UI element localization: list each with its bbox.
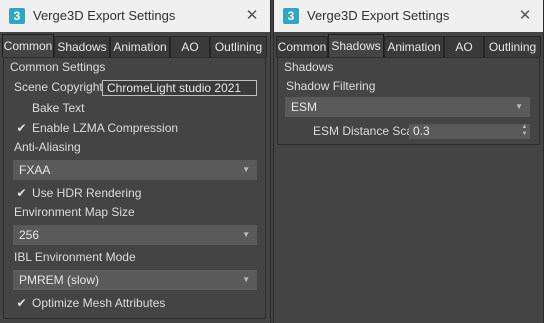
tab-common[interactable]: Common	[2, 34, 54, 57]
tab-ao[interactable]: AO	[170, 36, 210, 57]
title-bar[interactable]: 3 Verge3D Export Settings ✕	[274, 0, 543, 32]
window-title: Verge3D Export Settings	[33, 8, 176, 23]
scene-copyright-label: Scene Copyright:	[14, 80, 107, 94]
shadow-filtering-label: Shadow Filtering	[286, 79, 376, 93]
spinner-arrows[interactable]: ▲ ▼	[521, 124, 528, 138]
optimize-mesh-label: Optimize Mesh Attributes	[32, 296, 166, 310]
section-title: Common Settings	[10, 60, 106, 74]
ibl-mode-value: PMREM (slow)	[19, 273, 99, 287]
chevron-down-icon: ▼	[242, 230, 250, 239]
tab-ao[interactable]: AO	[444, 36, 484, 57]
esm-distance-scale-spinner[interactable]: 0.3 ▲ ▼	[409, 124, 530, 139]
lzma-checkbox[interactable]: ✔	[16, 122, 27, 134]
env-map-size-dropdown[interactable]: 256 ▼	[13, 225, 257, 245]
title-bar[interactable]: 3 Verge3D Export Settings ✕	[0, 0, 270, 32]
shadow-filtering-value: ESM	[291, 100, 318, 114]
tab-outlining[interactable]: Outlining	[210, 36, 267, 57]
tab-animation[interactable]: Animation	[384, 36, 444, 57]
export-settings-window-shadows: 3 Verge3D Export Settings ✕ Common Shado…	[273, 0, 544, 323]
anti-aliasing-value: FXAA	[19, 163, 51, 177]
bake-text-checkbox[interactable]	[16, 103, 27, 114]
tab-outlining[interactable]: Outlining	[484, 36, 541, 57]
section-title: Shadows	[284, 60, 334, 74]
tab-common[interactable]: Common	[276, 36, 328, 57]
export-settings-window-common: 3 Verge3D Export Settings ✕ Common Shado…	[0, 0, 271, 323]
chevron-down-icon: ▼	[515, 102, 523, 111]
esm-distance-scale-value: 0.3	[413, 124, 430, 138]
verge3d-logo-icon: 3	[9, 8, 25, 24]
scene-copyright-input[interactable]: ChromeLight studio 2021	[102, 80, 257, 96]
env-map-size-value: 256	[19, 228, 40, 242]
close-icon[interactable]: ✕	[515, 6, 535, 26]
spin-up-icon[interactable]: ▲	[521, 124, 528, 131]
close-icon[interactable]: ✕	[242, 6, 262, 26]
anti-aliasing-label: Anti-Aliasing	[14, 140, 81, 154]
tab-shadows[interactable]: Shadows	[328, 34, 384, 57]
hdr-checkbox[interactable]: ✔	[16, 187, 27, 199]
shadow-filtering-dropdown[interactable]: ESM ▼	[285, 97, 530, 117]
bake-text-label: Bake Text	[32, 101, 85, 115]
spin-down-icon[interactable]: ▼	[521, 131, 528, 138]
chevron-down-icon: ▼	[242, 275, 250, 284]
ibl-mode-dropdown[interactable]: PMREM (slow) ▼	[13, 270, 257, 290]
window-title: Verge3D Export Settings	[307, 8, 450, 23]
chevron-down-icon: ▼	[242, 165, 250, 174]
hdr-label: Use HDR Rendering	[32, 186, 142, 200]
tab-animation[interactable]: Animation	[110, 36, 170, 57]
optimize-mesh-checkbox[interactable]: ✔	[16, 297, 27, 309]
verge3d-logo-icon: 3	[283, 8, 299, 24]
tab-shadows[interactable]: Shadows	[54, 36, 110, 57]
anti-aliasing-dropdown[interactable]: FXAA ▼	[13, 160, 257, 180]
env-map-size-label: Environment Map Size	[14, 205, 135, 219]
ibl-mode-label: IBL Environment Mode	[14, 250, 136, 264]
esm-distance-scale-label: ESM Distance Scale	[313, 124, 423, 138]
lzma-label: Enable LZMA Compression	[32, 121, 179, 135]
